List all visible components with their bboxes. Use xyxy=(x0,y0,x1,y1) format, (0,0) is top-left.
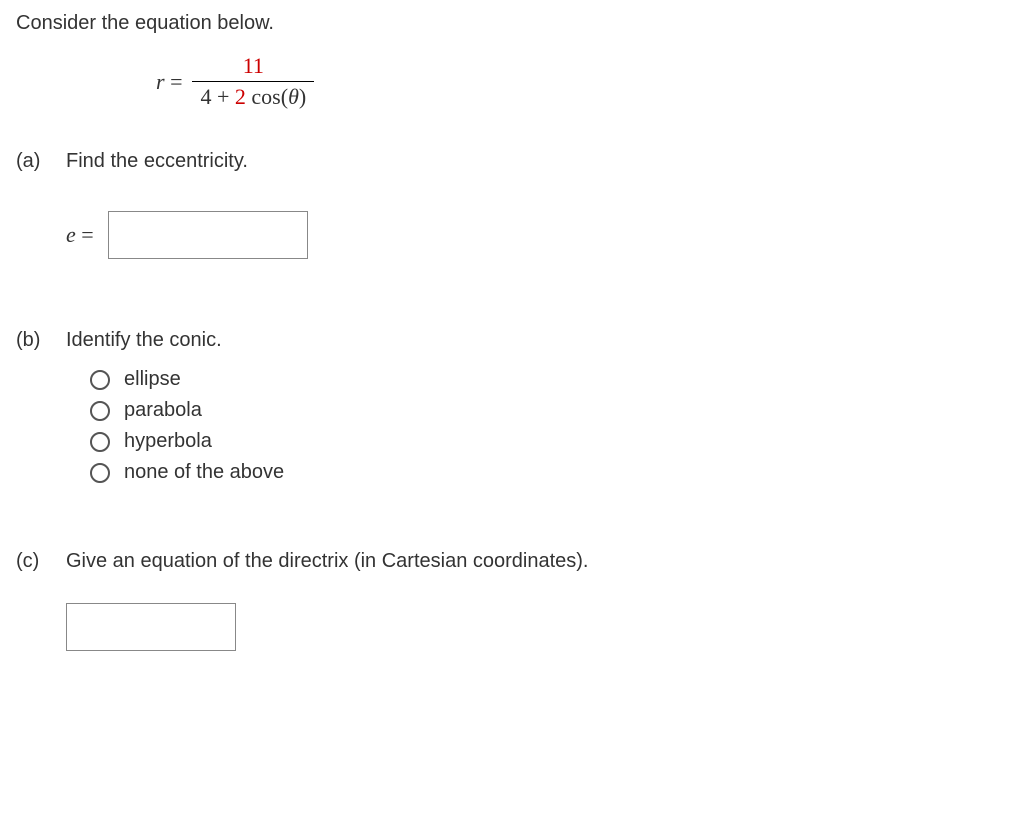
eccentricity-input[interactable] xyxy=(108,211,308,259)
equation-numerator: 11 xyxy=(235,53,272,81)
part-b-label: (b) xyxy=(16,329,66,352)
option-hyperbola-row[interactable]: hyperbola xyxy=(66,430,1014,453)
part-b: (b) Identify the conic. ellipse parabola… xyxy=(16,329,1014,492)
answer-var: e xyxy=(66,222,76,247)
option-none-row[interactable]: none of the above xyxy=(66,461,1014,484)
directrix-input[interactable] xyxy=(66,603,236,651)
equation-var: r xyxy=(156,69,165,94)
equation-denominator: 4 + 2 cos(θ) xyxy=(192,81,314,110)
den-theta: θ xyxy=(288,84,299,109)
option-none-label: none of the above xyxy=(124,461,284,484)
intro-text: Consider the equation below. xyxy=(16,12,1014,35)
part-a: (a) Find the eccentricity. xyxy=(16,150,1014,183)
radio-none[interactable] xyxy=(90,463,110,483)
part-b-question: Identify the conic. xyxy=(66,329,1014,352)
equation-lhs: r = xyxy=(156,69,182,95)
option-ellipse-label: ellipse xyxy=(124,368,181,391)
option-hyperbola-label: hyperbola xyxy=(124,430,212,453)
part-a-question: Find the eccentricity. xyxy=(66,150,1014,173)
equation-display: r = 11 4 + 2 cos(θ) xyxy=(156,53,1014,110)
part-c-label: (c) xyxy=(16,550,66,573)
radio-parabola[interactable] xyxy=(90,401,110,421)
part-a-answer-row: e = xyxy=(66,211,1014,259)
equation-fraction: 11 4 + 2 cos(θ) xyxy=(192,53,314,110)
den-plus: + xyxy=(211,84,234,109)
part-b-options: ellipse parabola hyperbola none of the a… xyxy=(66,368,1014,484)
radio-ellipse[interactable] xyxy=(90,370,110,390)
option-parabola-row[interactable]: parabola xyxy=(66,399,1014,422)
part-c: (c) Give an equation of the directrix (i… xyxy=(16,550,1014,583)
part-c-question: Give an equation of the directrix (in Ca… xyxy=(66,550,1014,573)
part-a-label: (a) xyxy=(16,150,66,173)
equation-equals: = xyxy=(165,69,183,94)
den-const: 4 xyxy=(200,84,211,109)
answer-eq: = xyxy=(76,222,94,247)
option-ellipse-row[interactable]: ellipse xyxy=(66,368,1014,391)
den-coef: 2 xyxy=(235,84,246,109)
den-cos-close: ) xyxy=(299,84,306,109)
radio-hyperbola[interactable] xyxy=(90,432,110,452)
option-parabola-label: parabola xyxy=(124,399,202,422)
den-cos-open: cos( xyxy=(246,84,288,109)
part-a-answer-label: e = xyxy=(66,222,94,248)
